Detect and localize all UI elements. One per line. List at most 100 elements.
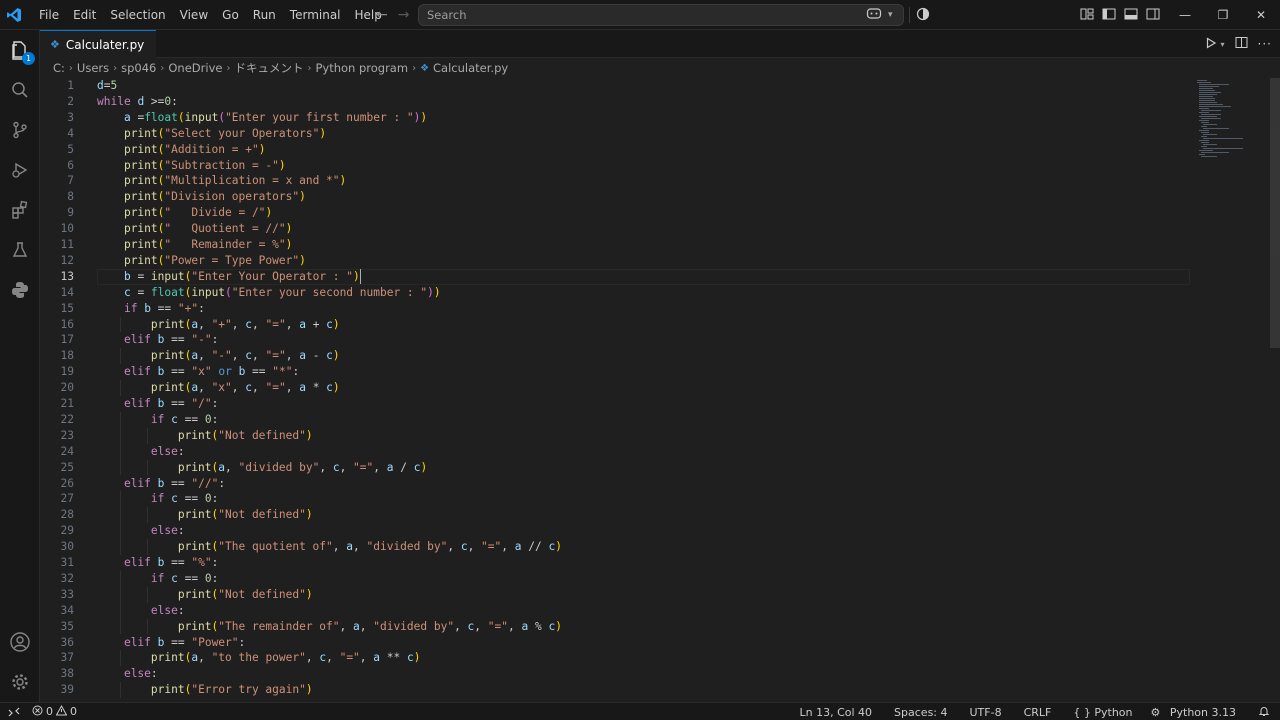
remote-indicator-icon[interactable]	[0, 703, 28, 720]
line-number[interactable]: 15	[40, 301, 74, 317]
code-line[interactable]: a =float(input("Enter your first number …	[97, 110, 427, 126]
python-interpreter[interactable]: ⚙ Python 3.13	[1151, 706, 1237, 719]
line-number-gutter[interactable]: 1 2 3 4 5 6 7 8 9 10 11 12 13 14 15 16 17 18 19 20 21 22 23 24 2…	[40, 78, 86, 702]
cursor-position[interactable]: Ln 13, Col 40	[799, 706, 872, 719]
code-line[interactable]: print(a, "to the power", c, "=", a ** c)	[97, 650, 421, 666]
breadcrumb-file[interactable]: Calculater.py	[433, 61, 508, 75]
chevron-down-icon[interactable]: ▾	[888, 10, 893, 20]
more-actions-icon[interactable]: ···	[1258, 37, 1272, 51]
code-line[interactable]: elif b == "//":	[97, 476, 225, 492]
line-number[interactable]: 4	[40, 126, 74, 142]
line-number[interactable]: 10	[40, 221, 74, 237]
line-number[interactable]: 28	[40, 507, 74, 523]
close-icon[interactable]: ✕	[1242, 0, 1280, 30]
code-line[interactable]: else:	[97, 666, 158, 682]
customize-layout-icon[interactable]	[1080, 7, 1094, 24]
line-number[interactable]: 8	[40, 189, 74, 205]
code-line[interactable]: while d >=0:	[97, 94, 178, 110]
line-number[interactable]: 36	[40, 635, 74, 651]
problems-indicator[interactable]: 0 0	[32, 704, 77, 719]
menu-terminal[interactable]: Terminal	[283, 0, 348, 30]
account-icon[interactable]	[0, 622, 40, 662]
breadcrumb-item[interactable]: C:	[53, 61, 65, 75]
code-line[interactable]: elif b == "%":	[97, 555, 218, 571]
code-line[interactable]: print("Addition = +")	[97, 142, 265, 158]
python-icon[interactable]	[0, 270, 40, 310]
back-arrow-icon[interactable]: ←	[376, 7, 388, 23]
explorer-icon[interactable]: 1	[0, 30, 40, 70]
testing-flask-icon[interactable]	[0, 230, 40, 270]
line-number[interactable]: 26	[40, 476, 74, 492]
minimap[interactable]	[1195, 78, 1255, 158]
code-line[interactable]: print(" Quotient = //")	[97, 221, 292, 237]
code-line[interactable]: elif b == "-":	[97, 332, 218, 348]
line-number[interactable]: 27	[40, 491, 74, 507]
line-number[interactable]: 12	[40, 253, 74, 269]
code-line[interactable]: if c == 0:	[97, 571, 218, 587]
code-line[interactable]: print("Not defined")	[97, 507, 313, 523]
code-line[interactable]: print("Error try again")	[97, 682, 313, 698]
line-number[interactable]: 19	[40, 364, 74, 380]
code-line[interactable]: print("The quotient of", a, "divided by"…	[97, 539, 562, 555]
forward-arrow-icon[interactable]: →	[398, 7, 410, 23]
run-python-file-icon[interactable]	[1205, 36, 1217, 52]
line-number[interactable]: 11	[40, 237, 74, 253]
code-line[interactable]: else:	[97, 444, 185, 460]
split-editor-icon[interactable]	[1235, 36, 1248, 52]
code-line[interactable]: elif b == "/":	[97, 396, 218, 412]
language-mode[interactable]: { } Python	[1073, 706, 1132, 719]
line-number[interactable]: 20	[40, 380, 74, 396]
line-number[interactable]: 17	[40, 332, 74, 348]
code-line[interactable]: print(" Remainder = %")	[97, 237, 292, 253]
code-line[interactable]: print("Select your Operators")	[97, 126, 326, 142]
code-line[interactable]: print("Power = Type Power")	[97, 253, 306, 269]
code-editor[interactable]: 1 2 3 4 5 6 7 8 9 10 11 12 13 14 15 16 17 18 19 20 21 22 23 24 2…	[40, 78, 1270, 702]
line-number[interactable]: 30	[40, 539, 74, 555]
menu-go[interactable]: Go	[215, 0, 246, 30]
indentation[interactable]: Spaces: 4	[894, 706, 947, 719]
line-number[interactable]: 21	[40, 396, 74, 412]
search-icon[interactable]	[0, 70, 40, 110]
line-number[interactable]: 16	[40, 317, 74, 333]
line-number[interactable]: 35	[40, 619, 74, 635]
breadcrumb-item[interactable]: Python program	[315, 61, 408, 75]
run-debug-icon[interactable]	[0, 150, 40, 190]
encoding[interactable]: UTF-8	[970, 706, 1002, 719]
line-number[interactable]: 6	[40, 158, 74, 174]
code-line[interactable]: print(a, "-", c, "=", a - c)	[97, 348, 340, 364]
code-line[interactable]: print("Subtraction = -")	[97, 158, 286, 174]
line-number[interactable]: 33	[40, 587, 74, 603]
line-number[interactable]: 39	[40, 682, 74, 698]
line-number[interactable]: 25	[40, 460, 74, 476]
code-line[interactable]: print(" Divide = /")	[97, 205, 272, 221]
notifications-bell-icon[interactable]	[1258, 705, 1270, 720]
minimize-icon[interactable]: —	[1166, 0, 1204, 30]
toggle-primary-sidebar-icon[interactable]	[1102, 7, 1116, 24]
source-control-icon[interactable]	[0, 110, 40, 150]
code-line[interactable]: print("Not defined")	[97, 428, 313, 444]
menu-run[interactable]: Run	[246, 0, 283, 30]
menu-file[interactable]: File	[32, 0, 66, 30]
code-line[interactable]: b = input("Enter Your Operator : ")	[97, 269, 360, 285]
code-line[interactable]: print("Division operators")	[97, 189, 306, 205]
line-number[interactable]: 2	[40, 94, 74, 110]
code-line[interactable]: else:	[97, 523, 185, 539]
line-number[interactable]: 29	[40, 523, 74, 539]
line-number[interactable]: 23	[40, 428, 74, 444]
line-number[interactable]: 24	[40, 444, 74, 460]
line-number[interactable]: 14	[40, 285, 74, 301]
code-area[interactable]: d=5 while d >=0: a =float(input("Enter yo…	[97, 78, 1197, 702]
line-number[interactable]: 22	[40, 412, 74, 428]
line-number[interactable]: 38	[40, 666, 74, 682]
line-number[interactable]: 18	[40, 348, 74, 364]
scrollbar-thumb[interactable]	[1270, 78, 1280, 348]
code-line[interactable]: print("The remainder of", a, "divided by…	[97, 619, 562, 635]
command-center-search[interactable]	[418, 4, 904, 26]
search-input[interactable]	[419, 8, 859, 22]
settings-gear-icon[interactable]	[0, 662, 40, 702]
line-number[interactable]: 9	[40, 205, 74, 221]
end-of-line[interactable]: CRLF	[1024, 706, 1052, 719]
menu-selection[interactable]: Selection	[103, 0, 172, 30]
breadcrumb-item[interactable]: sp046	[121, 61, 156, 75]
code-line[interactable]: if b == "+":	[97, 301, 205, 317]
